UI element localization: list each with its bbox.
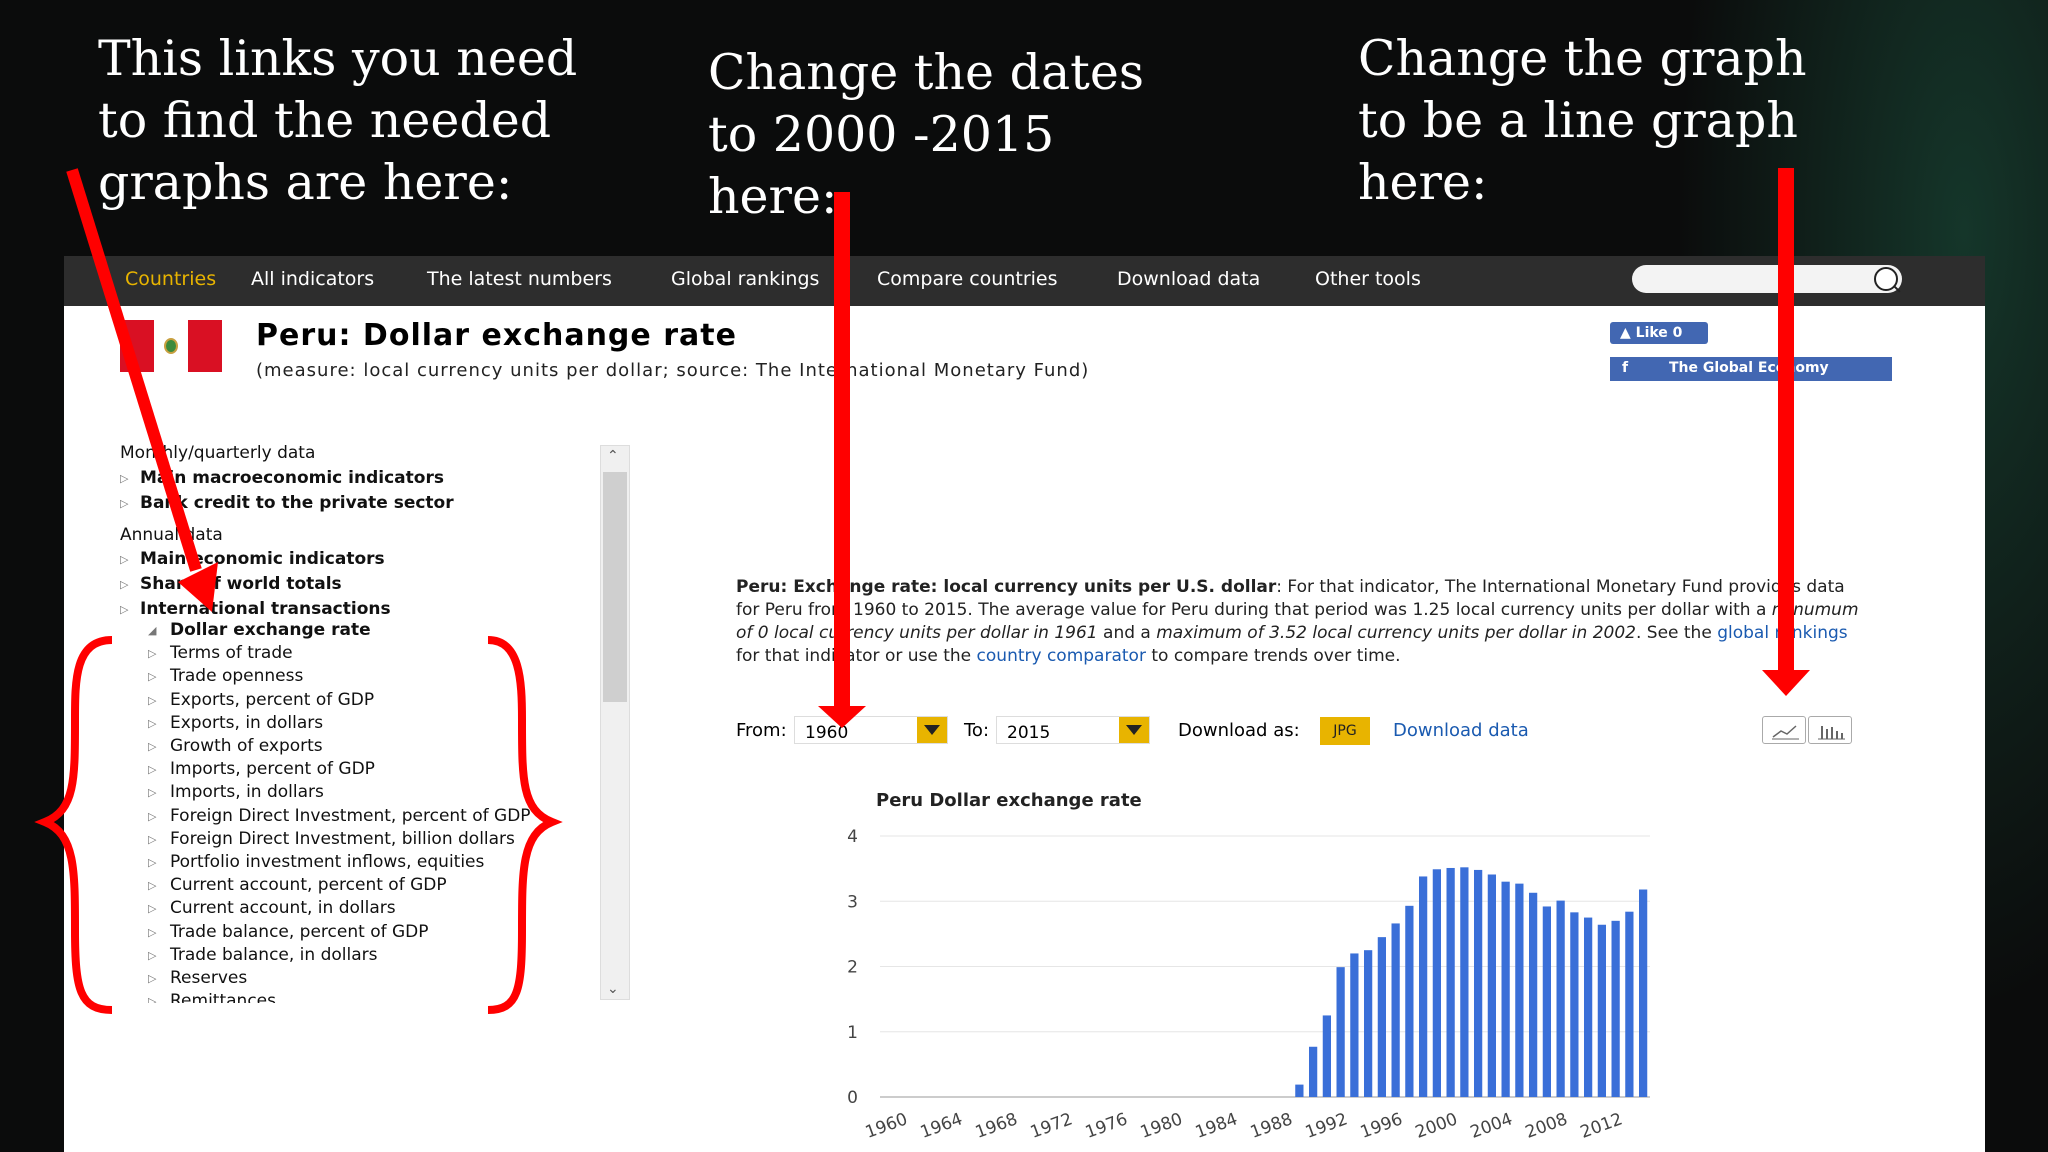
left-arrow-head xyxy=(178,562,218,612)
left-brace xyxy=(34,636,113,1014)
right-brace xyxy=(487,636,563,1014)
right-arrow-line xyxy=(1778,168,1794,672)
middle-arrow-head xyxy=(818,706,866,728)
slide: This links you need to find the needed g… xyxy=(0,0,2048,1152)
annotation-overlay xyxy=(34,168,1810,1014)
left-arrow-line xyxy=(66,168,202,572)
right-arrow-head xyxy=(1762,670,1810,696)
middle-arrow-line xyxy=(834,192,850,708)
